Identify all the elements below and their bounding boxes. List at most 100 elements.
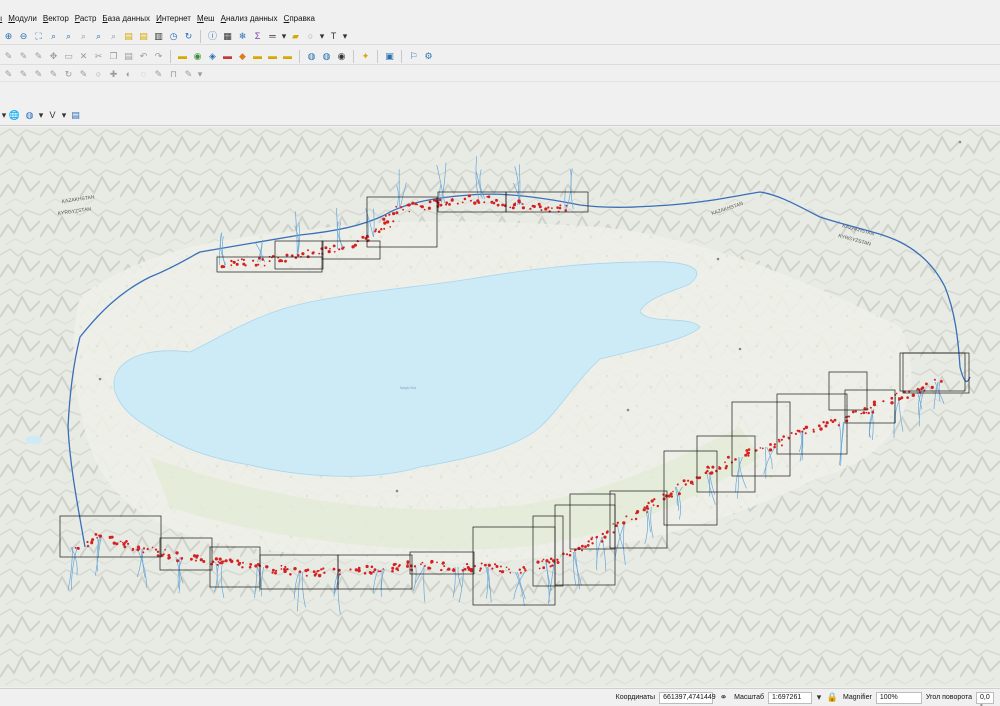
delete-icon[interactable]: ✕ bbox=[77, 50, 90, 63]
annotation-icon[interactable]: ▰ bbox=[289, 30, 302, 43]
advanced-edit-icon[interactable]: ✎ bbox=[2, 68, 15, 81]
show-bookmarks-icon[interactable]: ▤ bbox=[137, 30, 150, 43]
processing-icon[interactable]: ⚙ bbox=[422, 50, 435, 63]
zoom-selection-icon[interactable]: ⌕ bbox=[47, 30, 60, 43]
fill-ring-icon[interactable]: ◐ bbox=[122, 68, 135, 81]
sum-icon[interactable]: Σ bbox=[251, 30, 264, 43]
sample-point bbox=[195, 554, 199, 558]
sample-point bbox=[96, 536, 98, 539]
rotate-label-icon[interactable]: ◈ bbox=[206, 50, 219, 63]
chevron-down-icon[interactable]: ▾ bbox=[61, 109, 67, 122]
zoom-out-icon[interactable]: ⊖ bbox=[17, 30, 30, 43]
scale-field[interactable]: 1:697261 bbox=[768, 691, 813, 704]
menu-help[interactable]: Справка bbox=[281, 13, 318, 25]
move-label-icon[interactable]: ▬ bbox=[251, 50, 264, 63]
menu-database[interactable]: База данных bbox=[99, 13, 153, 25]
chevron-down-icon[interactable]: ▾ bbox=[319, 30, 325, 43]
copy-icon[interactable]: ❐ bbox=[107, 50, 120, 63]
add-ring-icon[interactable]: ○ bbox=[92, 68, 105, 81]
menu-raster[interactable]: Растр bbox=[72, 13, 100, 25]
sample-point bbox=[697, 476, 700, 480]
menu-vector[interactable]: Вектор bbox=[40, 13, 72, 25]
add-wms-icon[interactable]: ◍ bbox=[23, 109, 36, 122]
add-feature-icon[interactable]: ✎ bbox=[32, 50, 45, 63]
measure-icon[interactable]: ═ bbox=[266, 30, 279, 43]
map-svg[interactable]: KAZAKHSTAN KYRGYZSTAN KAZAKHSTAN KAZAKHS… bbox=[0, 127, 1000, 687]
split-feature-icon[interactable]: ✎ bbox=[17, 68, 30, 81]
sample-point bbox=[479, 567, 482, 570]
new-layer-icon[interactable]: ▤ bbox=[69, 109, 82, 122]
rotate-feature-icon[interactable]: ↻ bbox=[62, 68, 75, 81]
chevron-down-icon[interactable]: ▾ bbox=[197, 68, 203, 81]
add-layer-icon[interactable]: 🌐 bbox=[8, 109, 21, 122]
zoom-full-icon[interactable]: ⛶ bbox=[32, 30, 45, 43]
zoom-last-icon[interactable]: ⌕ bbox=[92, 30, 105, 43]
node-tool-icon[interactable]: ▭ bbox=[62, 50, 75, 63]
scale-label: Масштаб bbox=[734, 694, 765, 701]
lock-icon[interactable]: 🔒 bbox=[826, 691, 839, 704]
chevron-down-icon[interactable]: ▾ bbox=[816, 691, 822, 704]
magnifier-field[interactable]: 100% bbox=[875, 691, 922, 704]
cut-icon[interactable]: ✂ bbox=[92, 50, 105, 63]
map-canvas[interactable]: KAZAKHSTAN KYRGYZSTAN KAZAKHSTAN KAZAKHS… bbox=[0, 127, 1000, 687]
sample-point bbox=[374, 230, 377, 233]
statistics-icon[interactable]: ❄ bbox=[236, 30, 249, 43]
new-bookmark-icon[interactable]: ▤ bbox=[122, 30, 135, 43]
menu-mesh[interactable]: Меш bbox=[194, 13, 218, 25]
refresh-icon[interactable]: ↻ bbox=[182, 30, 195, 43]
sample-point bbox=[591, 542, 594, 545]
highlight-label-icon[interactable]: ◆ bbox=[236, 50, 249, 63]
coord-field[interactable]: 661397,4741449 bbox=[659, 691, 716, 704]
deselect-icon[interactable]: ◉ bbox=[335, 50, 348, 63]
pin-label-icon[interactable]: ◉ bbox=[191, 50, 204, 63]
sample-point bbox=[392, 220, 395, 223]
zoom-next-icon[interactable]: ⌕ bbox=[107, 30, 120, 43]
zoom-in-icon[interactable]: ⊕ bbox=[2, 30, 15, 43]
split-parts-icon[interactable]: ✎ bbox=[182, 68, 195, 81]
zoom-native-icon[interactable]: ⌕ bbox=[77, 30, 90, 43]
sample-point bbox=[670, 495, 674, 498]
add-virtual-layer-icon[interactable]: V bbox=[46, 109, 59, 122]
menu-modules[interactable]: Модули bbox=[5, 13, 40, 25]
help-icon[interactable]: ⚐ bbox=[407, 50, 420, 63]
python-icon[interactable]: ▣ bbox=[383, 50, 396, 63]
move-feature-icon[interactable]: ✥ bbox=[47, 50, 60, 63]
sample-point bbox=[271, 568, 275, 572]
zoom-layer-icon[interactable]: ⌕ bbox=[62, 30, 75, 43]
chevron-down-icon[interactable]: ▾ bbox=[38, 109, 44, 122]
digitize-icon[interactable]: ✎ bbox=[2, 50, 15, 63]
redo-icon[interactable]: ↷ bbox=[152, 50, 165, 63]
undo-icon[interactable]: ↶ bbox=[137, 50, 150, 63]
select-polygon-icon[interactable]: ◍ bbox=[320, 50, 333, 63]
simplify-icon[interactable]: ✎ bbox=[77, 68, 90, 81]
reshape-icon[interactable]: ✎ bbox=[32, 68, 45, 81]
toggle-extents-icon[interactable]: ⚭ bbox=[717, 691, 730, 704]
temporal-controller-icon[interactable]: ◷ bbox=[167, 30, 180, 43]
change-label-icon[interactable]: ▬ bbox=[221, 50, 234, 63]
menu-internet[interactable]: Интернет bbox=[153, 13, 194, 25]
chevron-down-icon[interactable]: ▾ bbox=[2, 109, 7, 122]
rotation-field[interactable]: 0,0 ° bbox=[976, 691, 994, 706]
bookmark-manager-icon[interactable]: ▥ bbox=[152, 30, 165, 43]
paste-icon[interactable]: ▤ bbox=[122, 50, 135, 63]
label-icon[interactable]: ▬ bbox=[176, 50, 189, 63]
merge-icon[interactable]: ⊓ bbox=[167, 68, 180, 81]
menu-data-analysis[interactable]: Анализ данных bbox=[218, 13, 281, 25]
add-part-icon[interactable]: ✚ bbox=[107, 68, 120, 81]
select-feature-icon[interactable]: ◍ bbox=[305, 50, 318, 63]
identify-icon[interactable]: ⓘ bbox=[206, 30, 219, 43]
highlight-icon[interactable]: ○ bbox=[304, 30, 317, 43]
sample-point bbox=[395, 211, 399, 215]
offset-curve-icon[interactable]: ✎ bbox=[47, 68, 60, 81]
chevron-down-icon[interactable]: ▾ bbox=[281, 30, 287, 43]
attribute-table-icon[interactable]: ▦ bbox=[221, 30, 234, 43]
sample-point bbox=[392, 568, 394, 570]
plugin-icon[interactable]: ✦ bbox=[359, 50, 372, 63]
show-label-icon[interactable]: ▬ bbox=[266, 50, 279, 63]
label-tool-icon[interactable]: ▬ bbox=[281, 50, 294, 63]
delete-ring-icon[interactable]: ◌ bbox=[137, 68, 150, 81]
chevron-down-icon[interactable]: ▾ bbox=[342, 30, 348, 43]
delete-part-icon[interactable]: ✎ bbox=[152, 68, 165, 81]
text-annotation-icon[interactable]: T bbox=[327, 30, 340, 43]
edit-layer-icon[interactable]: ✎ bbox=[17, 50, 30, 63]
